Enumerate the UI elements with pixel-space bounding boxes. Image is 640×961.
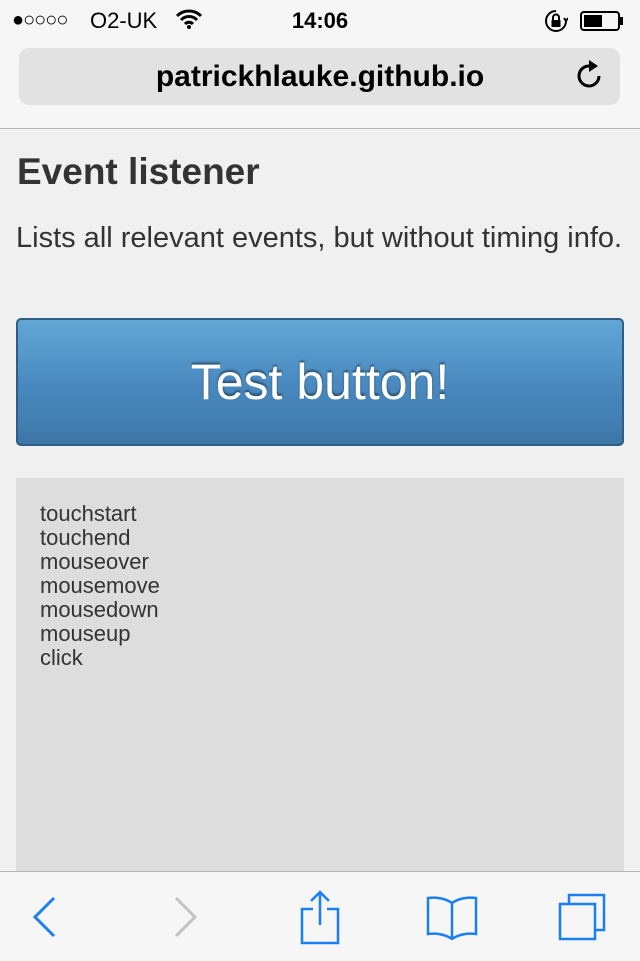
event-item: touchend <box>40 525 131 550</box>
bookmarks-button[interactable] <box>422 872 482 961</box>
rotation-lock-icon <box>544 9 569 39</box>
reload-icon[interactable] <box>576 60 604 95</box>
event-item: click <box>40 645 83 670</box>
url-text[interactable]: patrickhlauke.github.io <box>0 60 640 94</box>
share-icon <box>300 889 340 944</box>
event-item: touchstart <box>40 501 137 526</box>
back-button[interactable] <box>14 872 74 961</box>
page-title: Event listener <box>17 151 260 192</box>
address-bar: patrickhlauke.github.io <box>0 40 640 129</box>
event-item: mousedown <box>40 597 159 622</box>
tabs-icon <box>558 893 606 940</box>
bookmarks-icon <box>426 895 478 940</box>
event-item: mouseup <box>40 621 131 646</box>
forward-icon <box>174 896 198 937</box>
event-log: touchstart touchend mouseover mousemove … <box>16 478 624 878</box>
back-icon <box>32 896 56 937</box>
event-item: mouseover <box>40 549 149 574</box>
event-list: touchstart touchend mouseover mousemove … <box>40 502 160 670</box>
forward-button[interactable] <box>156 872 216 961</box>
browser-toolbar <box>0 871 640 960</box>
test-button[interactable]: Test button! <box>16 318 624 446</box>
page-description: Lists all relevant events, but without t… <box>16 222 623 254</box>
share-button[interactable] <box>290 872 350 961</box>
battery-icon <box>580 11 624 31</box>
event-item: mousemove <box>40 573 160 598</box>
tabs-button[interactable] <box>552 872 612 961</box>
status-bar: ●○○○○ O2-UK 14:06 <box>0 0 640 40</box>
